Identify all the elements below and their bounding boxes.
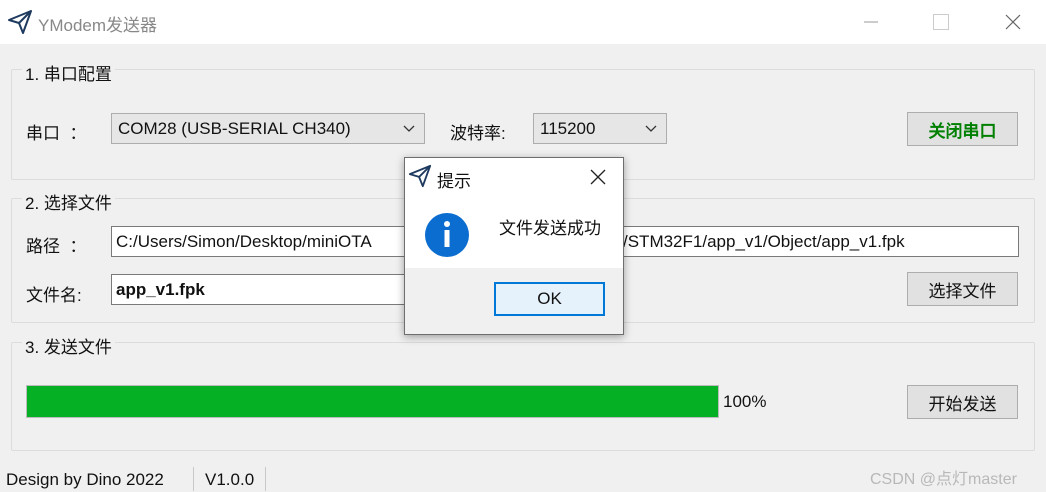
window-title: YModem发送器 [38, 16, 158, 35]
progress-text: 100% [723, 392, 767, 411]
filename-input[interactable]: app_v1.fpk [111, 274, 411, 305]
status-version: V1.0.0 [205, 470, 255, 489]
serial-config-title: 1. 串口配置 [22, 60, 115, 85]
status-author: Design by Dino 2022 [6, 470, 164, 489]
baud-select[interactable]: 115200 [533, 113, 667, 144]
start-send-button[interactable]: 开始发送 [907, 385, 1018, 419]
send-file-title: 3. 发送文件 [22, 333, 115, 358]
close-port-button[interactable]: 关闭串口 [907, 112, 1018, 146]
baud-label: 波特率: [450, 124, 506, 143]
maximize-icon [933, 14, 949, 30]
ok-button[interactable]: OK [494, 282, 605, 316]
dialog-title: 提示 [437, 172, 471, 191]
port-label: 串口 ： [26, 124, 87, 143]
choose-file-button[interactable]: 选择文件 [907, 272, 1018, 306]
info-icon [425, 213, 469, 257]
minimize-icon [864, 21, 878, 23]
port-select-value: COM28 (USB-SERIAL CH340) [118, 118, 351, 138]
path-input-value-right: /STM32F1/app_v1/Object/app_v1.fpk [623, 231, 905, 251]
watermark: CSDN @点灯master [870, 471, 1017, 488]
dialog-body: 文件发送成功 [405, 198, 623, 268]
baud-select-value: 115200 [540, 118, 596, 138]
minimize-button[interactable] [848, 0, 894, 44]
status-separator [193, 467, 194, 491]
progress-bar [26, 385, 719, 418]
path-label: 路径 ： [26, 237, 87, 256]
filename-label: 文件名: [26, 286, 82, 305]
send-arrow-icon [8, 10, 32, 34]
maximize-button[interactable] [918, 0, 964, 44]
port-select[interactable]: COM28 (USB-SERIAL CH340) [111, 113, 425, 144]
path-input-value-left: C:/Users/Simon/Desktop/miniOTA [116, 231, 372, 251]
chevron-down-icon [403, 125, 415, 132]
filename-input-value: app_v1.fpk [116, 279, 205, 299]
dialog-footer: OK [405, 268, 623, 334]
close-icon [1005, 14, 1021, 30]
dialog-close-button[interactable] [585, 164, 611, 190]
message-dialog: 提示 文件发送成功 OK [404, 157, 624, 335]
send-arrow-icon [408, 164, 432, 188]
file-select-title: 2. 选择文件 [22, 189, 115, 214]
chevron-down-icon [645, 125, 657, 132]
close-icon [590, 169, 606, 185]
progress-bar-fill [27, 386, 718, 417]
dialog-message: 文件发送成功 [499, 219, 601, 238]
title-bar: YModem发送器 [0, 0, 1046, 44]
close-button[interactable] [990, 0, 1036, 44]
status-separator [265, 467, 266, 491]
